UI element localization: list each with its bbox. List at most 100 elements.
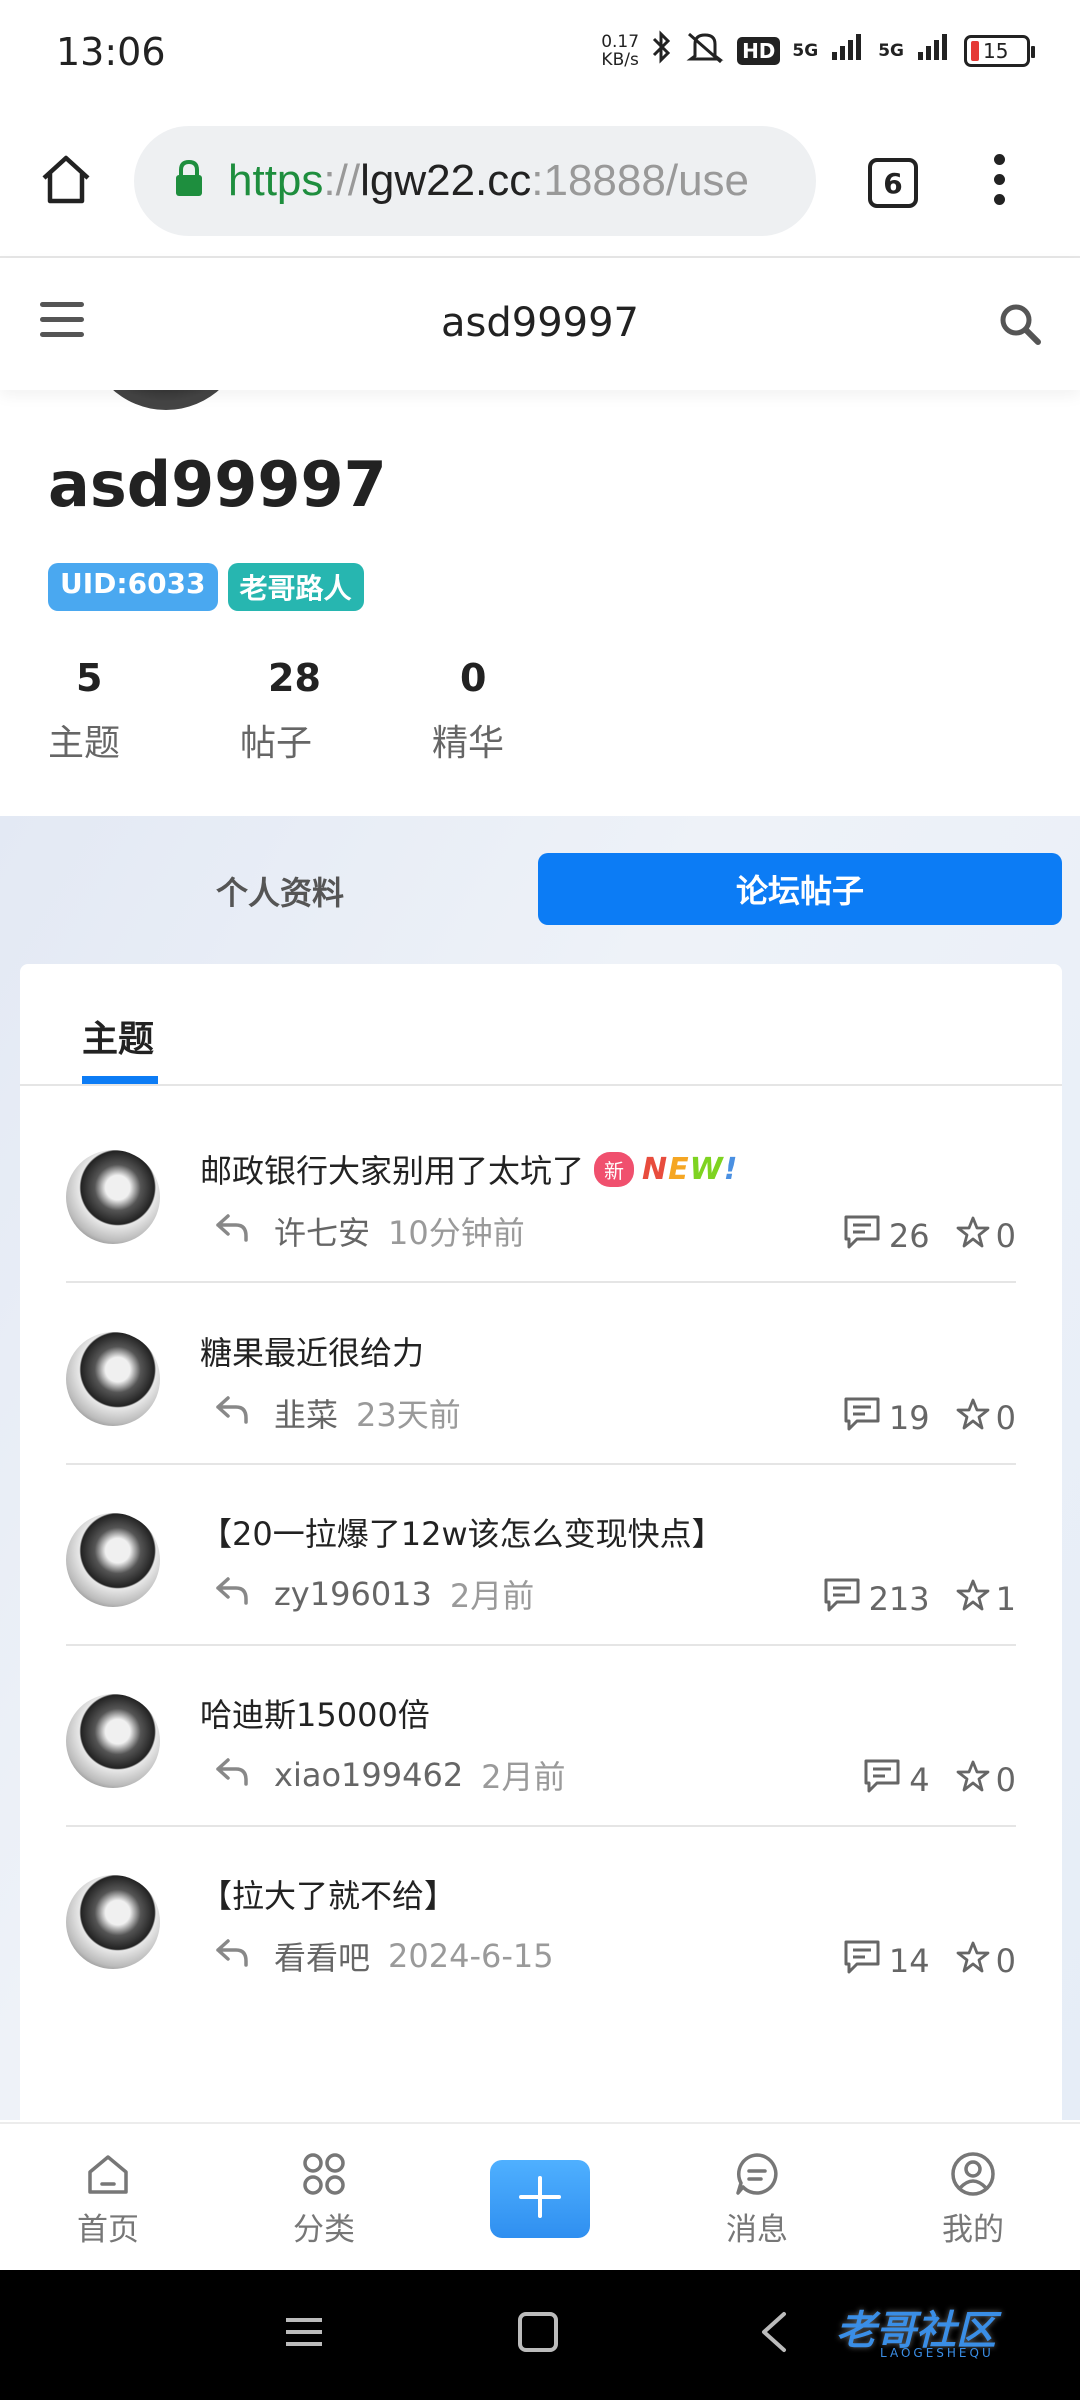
post-author[interactable]: 许七安 [274, 1208, 370, 1254]
star-count: 0 [956, 1759, 1016, 1801]
message-icon [697, 2150, 817, 2198]
subtab-topics[interactable]: 主题 [82, 1010, 154, 1062]
nav-mine[interactable]: 我的 [913, 2150, 1033, 2249]
post-counts: 19 0 [843, 1396, 1016, 1440]
nav-category[interactable]: 分类 [264, 2150, 384, 2249]
post-item[interactable]: 哈迪斯15000倍 xiao199462 2月前 4 0 [66, 1646, 1016, 1827]
net-speed-value: 0.17 [601, 31, 640, 52]
post-author[interactable]: zy196013 [274, 1575, 432, 1613]
net-speed-unit: KB/s [601, 49, 639, 70]
post-meta: 看看吧 2024-6-15 [214, 1933, 554, 1979]
stat-value: 28 [268, 656, 321, 700]
post-item[interactable]: 【拉大了就不给】 看看吧 2024-6-15 14 0 [66, 1827, 1016, 2008]
battery-percent: 15 [983, 38, 1009, 63]
avatar[interactable] [66, 1150, 160, 1244]
star-icon [956, 1397, 990, 1439]
post-item[interactable]: 邮政银行大家别用了太坑了 新 NEW! 许七安 10分钟前 26 0 [66, 1102, 1016, 1283]
star-count-value: 0 [995, 1761, 1016, 1799]
post-author[interactable]: 韭菜 [274, 1390, 338, 1436]
comment-count: 4 [863, 1758, 930, 1802]
mute-icon [685, 30, 725, 71]
star-icon [956, 1940, 990, 1982]
stat-topics[interactable]: 5 主题 [48, 656, 240, 766]
avatar[interactable] [66, 1694, 160, 1788]
star-count-value: 1 [995, 1580, 1016, 1618]
post-item[interactable]: 糖果最近很给力 韭菜 23天前 19 0 [66, 1284, 1016, 1465]
post-author[interactable]: xiao199462 [274, 1756, 463, 1794]
nav-mine-label: 我的 [942, 2212, 1004, 2248]
post-meta: 许七安 10分钟前 [214, 1208, 525, 1254]
post-title: 邮政银行大家别用了太坑了 [200, 1152, 585, 1190]
star-count: 0 [956, 1397, 1016, 1439]
nav-category-label: 分类 [293, 2212, 355, 2248]
lock-icon [174, 159, 204, 202]
avatar[interactable] [66, 1513, 160, 1607]
post-title-row: 哈迪斯15000倍 [200, 1690, 430, 1736]
comment-count-value: 19 [888, 1399, 930, 1437]
post-title: 【拉大了就不给】 [200, 1877, 457, 1915]
nav-messages-label: 消息 [726, 2212, 788, 2248]
reply-icon [214, 1937, 250, 1975]
address-bar[interactable]: https://lgw22.cc:18888/use [134, 126, 816, 236]
comment-count: 14 [843, 1939, 930, 1983]
post-title: 【20一拉爆了12w该怎么变现快点】 [200, 1515, 724, 1553]
star-icon [956, 1578, 990, 1620]
nav-messages[interactable]: 消息 [697, 2150, 817, 2249]
user-icon [913, 2150, 1033, 2198]
comment-icon [823, 1577, 861, 1621]
url-separator: :// [323, 156, 361, 205]
sim1-5g-label: 5G [792, 40, 819, 61]
avatar[interactable] [66, 1332, 160, 1426]
new-badge: 新 [594, 1151, 635, 1187]
home-icon[interactable] [40, 154, 92, 210]
bottom-nav: 首页 分类 消息 我的 [0, 2122, 1080, 2270]
tab-switcher-button[interactable]: 6 [868, 158, 918, 208]
signal-icon-2 [916, 32, 952, 69]
post-item[interactable]: 【20一拉爆了12w该怎么变现快点】 zy196013 2月前 213 1 [66, 1465, 1016, 1646]
add-post-button[interactable] [490, 2160, 590, 2238]
browser-toolbar: https://lgw22.cc:18888/use 6 [0, 104, 1080, 258]
system-menu-icon[interactable] [282, 2310, 326, 2358]
hd-icon: HD [737, 36, 781, 65]
star-count: 0 [956, 1215, 1016, 1257]
post-time: 10分钟前 [388, 1214, 525, 1252]
profile-username: asd99997 [48, 448, 387, 521]
url-path: :18888/use [531, 156, 750, 205]
comment-icon [843, 1939, 881, 1983]
comment-count: 19 [843, 1396, 930, 1440]
status-bar: 13:06 0.17 KB/s HD 5G 5G 15 [0, 0, 1080, 104]
avatar[interactable] [66, 1875, 160, 1969]
stat-featured[interactable]: 0 精华 [432, 656, 624, 766]
post-meta: xiao199462 2月前 [214, 1752, 566, 1798]
app-header: asd99997 [0, 258, 1080, 390]
post-time: 2024-6-15 [388, 1937, 554, 1975]
url-text: https://lgw22.cc:18888/use [228, 156, 749, 206]
post-author[interactable]: 看看吧 [274, 1933, 370, 1979]
comment-count-value: 213 [868, 1580, 930, 1618]
comment-icon [843, 1214, 881, 1258]
tab-profile-info[interactable]: 个人资料 [20, 856, 540, 926]
battery-icon: 15 [964, 34, 1035, 67]
post-title-row: 糖果最近很给力 [200, 1328, 424, 1374]
home-nav-icon [48, 2150, 168, 2198]
reply-icon [214, 1575, 250, 1613]
system-home-icon[interactable] [516, 2310, 560, 2358]
more-menu-icon[interactable] [994, 154, 1005, 205]
search-icon[interactable] [998, 302, 1042, 350]
post-counts: 4 0 [863, 1758, 1016, 1802]
stat-posts[interactable]: 28 帖子 [240, 656, 432, 766]
star-count-value: 0 [995, 1399, 1016, 1437]
post-title-row: 【拉大了就不给】 [200, 1871, 456, 1917]
reply-icon [214, 1212, 250, 1250]
net-speed: 0.17 KB/s [601, 33, 639, 69]
tab-forum-posts[interactable]: 论坛帖子 [538, 853, 1062, 925]
stat-value: 5 [76, 656, 103, 700]
comment-icon [843, 1396, 881, 1440]
post-time: 2月前 [449, 1577, 535, 1615]
comment-icon [863, 1758, 901, 1802]
comment-count-value: 14 [888, 1942, 930, 1980]
system-back-icon[interactable] [756, 2310, 792, 2358]
url-host: lgw22.cc [360, 156, 532, 205]
divider [20, 1084, 1062, 1086]
nav-home[interactable]: 首页 [48, 2150, 168, 2249]
